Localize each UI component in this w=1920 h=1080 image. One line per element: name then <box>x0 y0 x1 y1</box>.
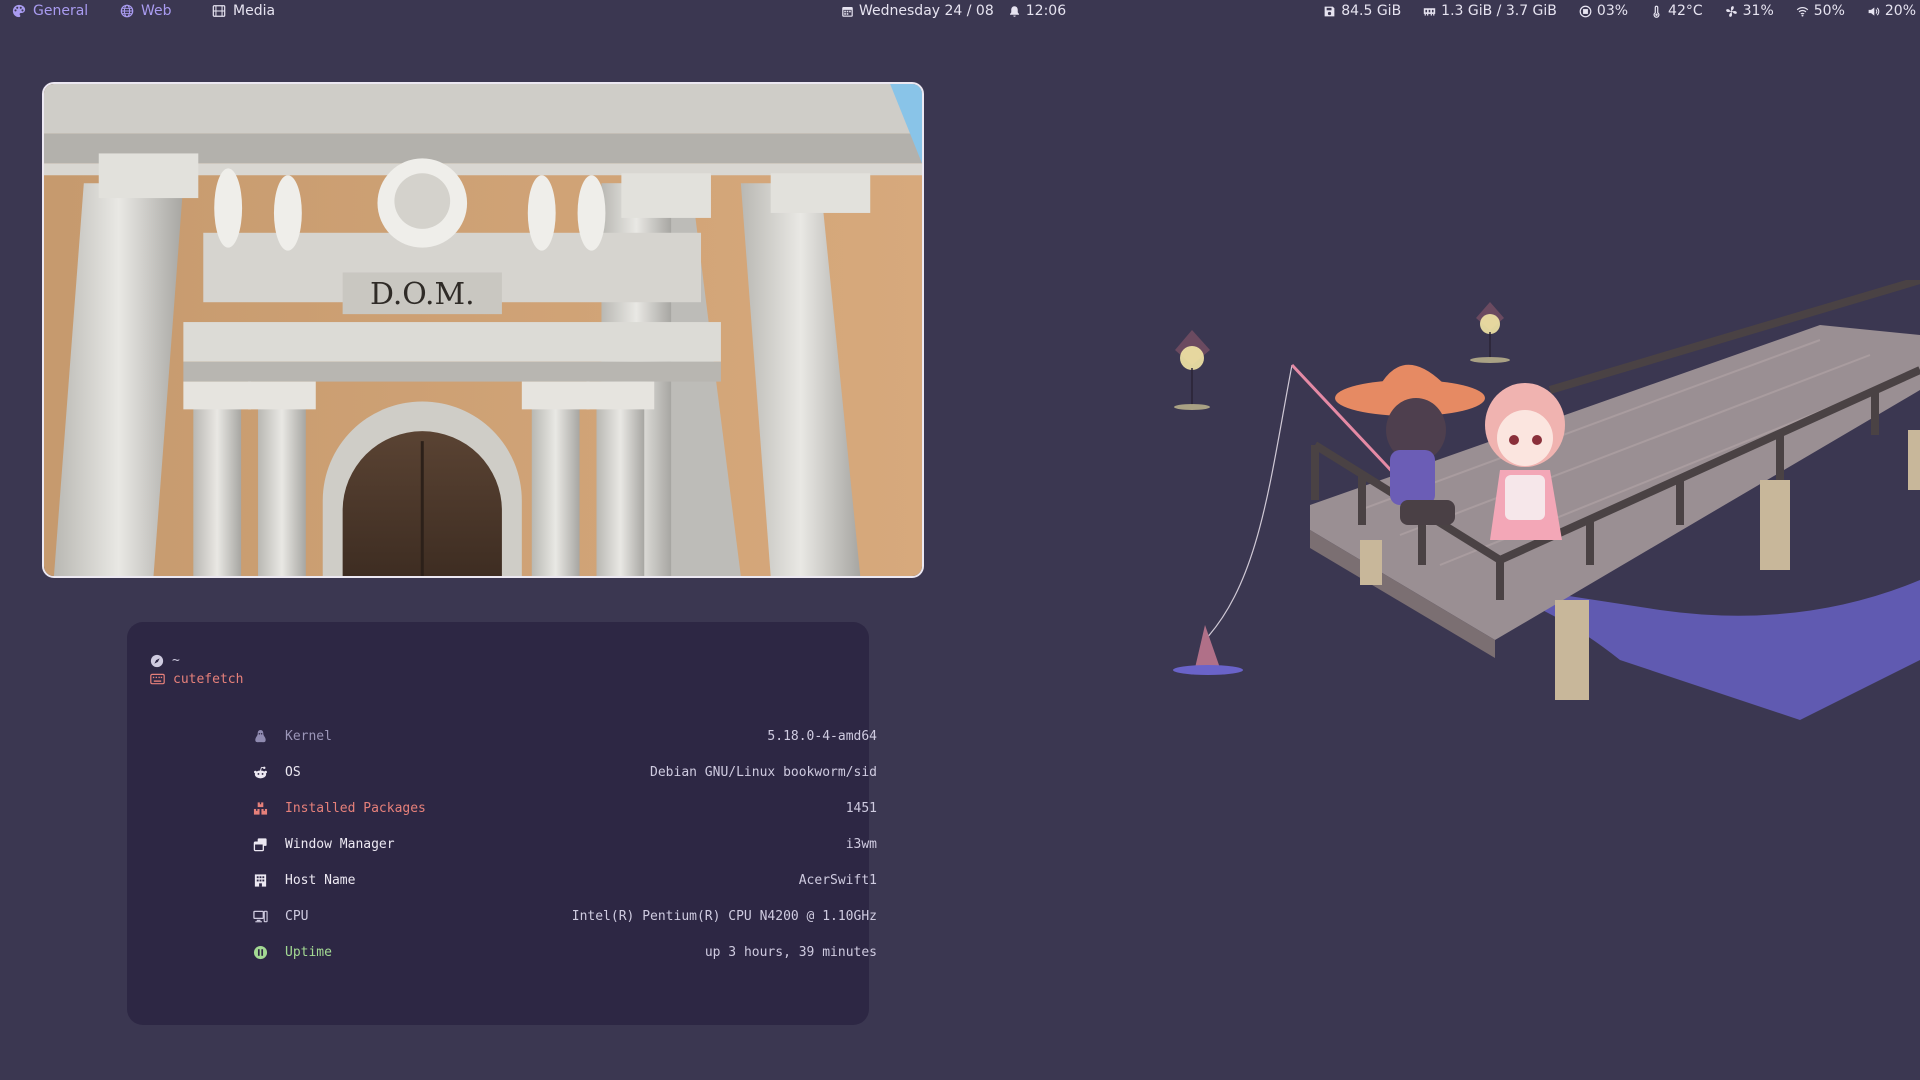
time-text: 12:06 <box>1025 3 1067 19</box>
linux-icon <box>255 729 266 742</box>
directory-text: ~ <box>172 653 180 668</box>
date-display: Wednesday 24 / 08 <box>841 0 994 22</box>
terminal-window[interactable]: ~ cutefetch Kernel 5.18.0-4-amd64 OS Deb… <box>127 622 877 1025</box>
temperature-stat: 42°C <box>1650 0 1703 22</box>
info-value: AcerSwift1 <box>798 872 877 888</box>
inscription-text: D.O.M. <box>370 277 475 312</box>
lamp-right <box>1470 302 1510 363</box>
clock-module[interactable]: Wednesday 24 / 08 12:06 <box>841 0 1066 22</box>
disk-stat: 84.5 GiB <box>1323 0 1401 22</box>
fishing-pier-illustration <box>1100 280 1920 760</box>
lamp-left <box>1174 330 1210 410</box>
building-icon <box>254 873 267 887</box>
reddit-icon <box>254 766 267 778</box>
time-display: 12:06 <box>1008 0 1066 22</box>
memory-text: 1.3 GiB / 3.7 GiB <box>1441 3 1557 19</box>
film-icon <box>212 5 226 17</box>
command-text: cutefetch <box>173 672 244 687</box>
globe-icon <box>120 4 134 18</box>
windows-stack-icon <box>253 837 267 851</box>
church-facade-photo[interactable]: D.O.M. <box>42 82 924 578</box>
volume-stat[interactable]: 20% <box>1867 0 1916 22</box>
fan-text: 31% <box>1742 3 1774 19</box>
info-row-kernel: Kernel 5.18.0-4-amd64 <box>252 718 877 754</box>
calendar-icon <box>842 6 853 17</box>
workspace-web[interactable]: Web <box>120 0 172 22</box>
info-key: Host Name <box>285 872 356 888</box>
chip-icon <box>1579 5 1592 17</box>
info-row-host: Host Name AcerSwift1 <box>252 862 877 898</box>
computer-icon <box>253 910 268 922</box>
info-value: i3wm <box>845 836 877 852</box>
info-row-os: OS Debian GNU/Linux bookworm/sid <box>252 754 877 790</box>
top-bar: General Web Media Wednesday 24 / 08 12:0… <box>0 0 1920 22</box>
pause-circle-icon <box>253 945 268 959</box>
info-value: 1451 <box>845 800 877 816</box>
temperature-text: 42°C <box>1668 3 1703 19</box>
bell-icon <box>1009 5 1019 17</box>
wifi-stat[interactable]: 50% <box>1796 0 1845 22</box>
memory-stat: 1.3 GiB / 3.7 GiB <box>1423 0 1557 22</box>
disk-text: 84.5 GiB <box>1341 3 1402 19</box>
palette-icon <box>12 4 26 18</box>
fan-stat: 31% <box>1725 0 1774 22</box>
boxes-icon <box>253 801 268 815</box>
wifi-text: 50% <box>1813 3 1845 19</box>
cpu-text: 03% <box>1596 3 1629 19</box>
pier-scene <box>1173 280 1920 720</box>
info-row-uptime: Uptime up 3 hours, 39 minutes <box>252 934 877 970</box>
info-key: OS <box>285 764 301 780</box>
workspace-label: Web <box>141 3 172 19</box>
info-key: Uptime <box>285 944 332 960</box>
info-value: 5.18.0-4-amd64 <box>767 728 877 744</box>
info-value: up 3 hours, 39 minutes <box>704 944 877 960</box>
fan-icon <box>1725 5 1737 17</box>
compass-icon <box>150 654 164 667</box>
wifi-icon <box>1796 6 1808 17</box>
workspace-general[interactable]: General <box>12 0 88 22</box>
info-key: CPU <box>285 908 309 924</box>
command-row: cutefetch <box>150 670 243 689</box>
system-info-list: Kernel 5.18.0-4-amd64 OS Debian GNU/Linu… <box>252 718 877 970</box>
info-value: Debian GNU/Linux bookworm/sid <box>650 764 877 780</box>
info-value: Intel(R) Pentium(R) CPU N4200 @ 1.10GHz <box>571 908 877 924</box>
date-text: Wednesday 24 / 08 <box>859 3 994 19</box>
volume-text: 20% <box>1884 3 1916 19</box>
thermometer-icon <box>1653 5 1660 18</box>
church-facade-image: D.O.M. <box>44 84 922 576</box>
workspace-media[interactable]: Media <box>212 0 275 22</box>
info-key: Installed Packages <box>285 800 426 816</box>
info-key: Window Manager <box>285 836 395 852</box>
info-key: Kernel <box>285 728 332 744</box>
info-row-window-manager: Window Manager i3wm <box>252 826 877 862</box>
speaker-icon <box>1868 6 1880 16</box>
floppy-icon <box>1324 6 1335 16</box>
fishing-line <box>1204 364 1293 641</box>
bobber <box>1195 625 1220 668</box>
prompt: ~ cutefetch <box>150 651 243 689</box>
cpu-stat: 03% <box>1579 0 1628 22</box>
system-stats: 84.5 GiB 1.3 GiB / 3.7 GiB 03% 42°C 31% … <box>1323 0 1920 22</box>
workspace-label: Media <box>233 3 276 19</box>
keyboard-icon <box>150 673 165 685</box>
info-row-packages: Installed Packages 1451 <box>252 790 877 826</box>
memory-icon <box>1423 7 1436 16</box>
info-row-cpu: CPU Intel(R) Pentium(R) CPU N4200 @ 1.10… <box>252 898 877 934</box>
workspace-label: General <box>33 3 89 19</box>
directory-row: ~ <box>150 651 243 670</box>
